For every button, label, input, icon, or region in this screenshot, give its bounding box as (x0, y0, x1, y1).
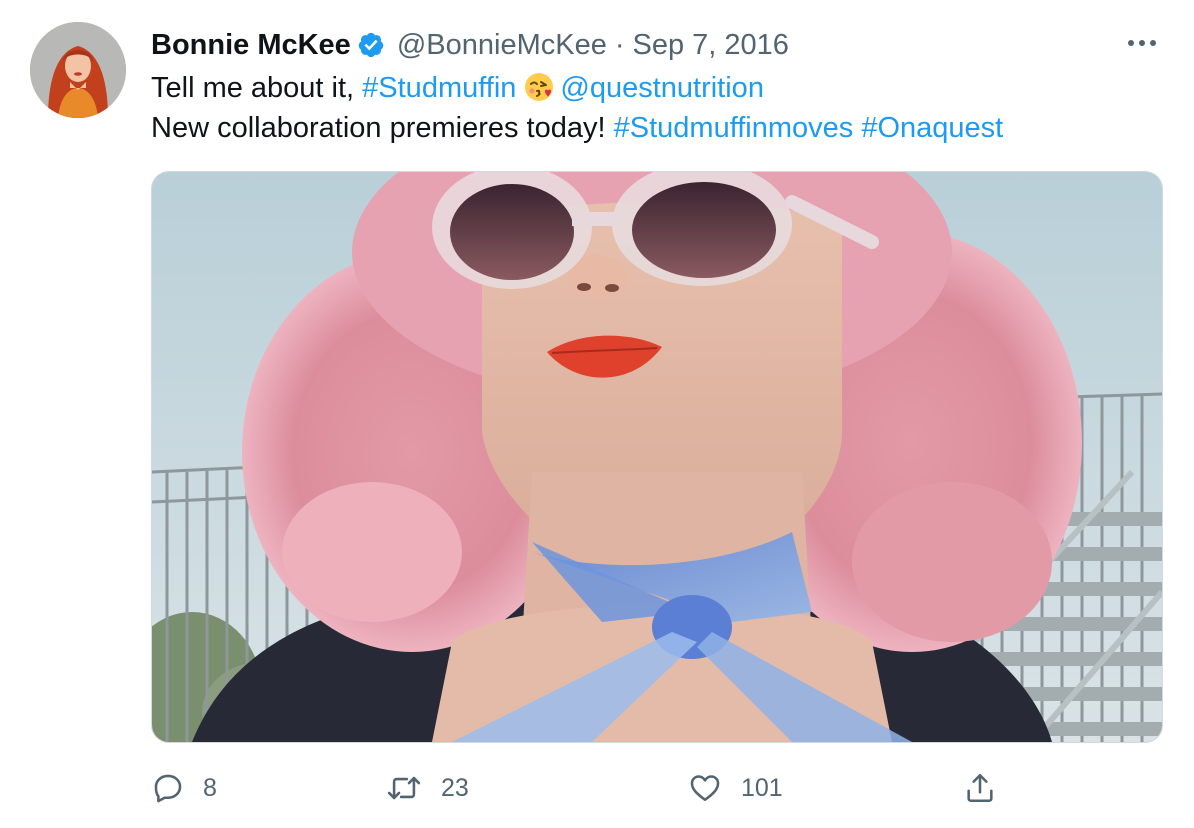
tweet-text-line-1: Tell me about it, #Studmuffin @questnutri… (151, 70, 764, 106)
reply-button[interactable]: 8 (151, 766, 217, 810)
hashtag-link[interactable]: #Onaquest (861, 112, 1003, 144)
tweet-header: Bonnie McKee @BonnieMcKee · Sep 7, 2016 (151, 27, 789, 63)
share-icon (963, 770, 997, 806)
hashtag-link[interactable]: #Studmuffinmoves (614, 112, 854, 144)
tweet-text: Tell me about it, (151, 72, 363, 104)
like-button[interactable]: 101 (687, 766, 783, 810)
tweet-date[interactable]: Sep 7, 2016 (633, 29, 789, 62)
tweet-photo[interactable] (151, 171, 1163, 743)
display-name[interactable]: Bonnie McKee (151, 29, 351, 62)
avatar[interactable] (30, 22, 126, 118)
separator-dot: · (614, 28, 625, 61)
more-dot (1150, 40, 1156, 46)
author-handle[interactable]: @BonnieMcKee (397, 29, 607, 62)
share-button[interactable] (963, 766, 997, 810)
like-count: 101 (741, 773, 783, 802)
retweet-button[interactable]: 23 (385, 766, 469, 810)
avatar-image (30, 22, 126, 118)
tweet-text-line-2: New collaboration premieres today! #Stud… (151, 110, 1003, 146)
tweet: Bonnie McKee @BonnieMcKee · Sep 7, 2016 … (0, 0, 1194, 828)
verified-badge-icon (357, 31, 385, 59)
tweet-actions: 8 23 101 (151, 766, 1011, 810)
reply-icon (151, 771, 185, 805)
heart-icon (687, 771, 723, 805)
hashtag-link[interactable]: #Studmuffin (362, 72, 516, 104)
more-dot (1128, 40, 1134, 46)
face-blowing-kiss-emoji-icon (524, 72, 554, 102)
more-options-icon[interactable] (1128, 33, 1156, 53)
mention-link[interactable]: @questnutrition (560, 72, 764, 104)
tweet-text: New collaboration premieres today! (151, 112, 614, 144)
photo-image (152, 172, 1162, 742)
reply-count: 8 (203, 773, 217, 802)
more-dot (1139, 40, 1145, 46)
retweet-icon (385, 771, 423, 805)
retweet-count: 23 (441, 773, 469, 802)
